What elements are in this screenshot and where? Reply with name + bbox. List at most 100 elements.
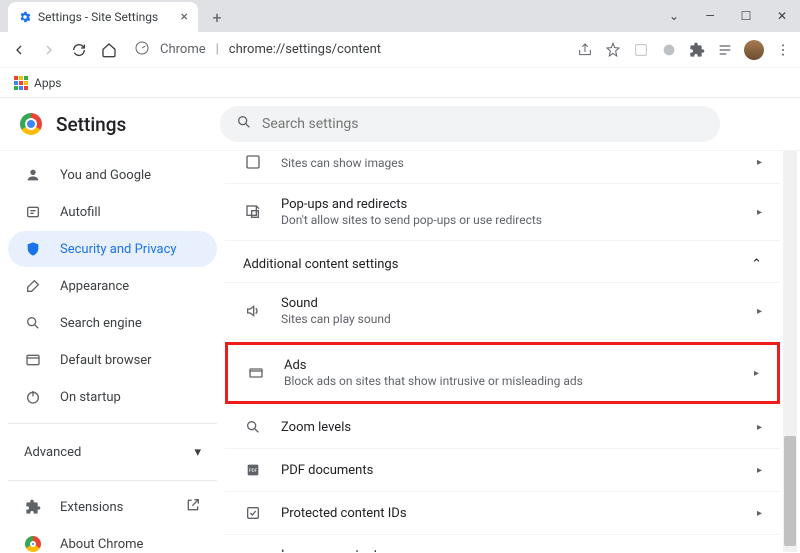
pdf-icon: PDF [243,462,263,478]
shield-icon [24,241,42,257]
new-tab-button[interactable]: + [204,4,230,30]
sidebar-item-label: About Chrome [60,537,143,552]
sidebar-item-security-privacy[interactable]: Security and Privacy [8,231,217,267]
chevron-right-icon: ▸ [757,465,762,476]
row-zoom-levels[interactable]: Zoom levels ▸ [225,406,780,449]
row-popups-redirects[interactable]: Pop-ups and redirectsDon't allow sites t… [225,184,780,241]
sidebar-item-label: Appearance [60,279,129,294]
ads-highlight-box: AdsBlock ads on sites that show intrusiv… [225,342,780,404]
apps-label[interactable]: Apps [34,76,62,90]
scrollbar-thumb[interactable] [784,436,796,546]
row-title: Zoom levels [281,420,739,435]
settings-sidebar: You and Google Autofill Security and Pri… [0,151,225,552]
row-subtitle: Block ads on sites that show intrusive o… [284,374,736,388]
external-link-icon [185,497,201,517]
row-subtitle: Sites can show images [281,156,739,170]
omnibox[interactable]: Chrome | chrome://settings/content [128,40,568,60]
advanced-label: Advanced [24,445,81,460]
row-ads[interactable]: AdsBlock ads on sites that show intrusiv… [228,345,777,401]
gear-icon [18,10,32,24]
puzzle-icon [24,499,42,515]
tab-title: Settings - Site Settings [38,10,158,24]
extensions-puzzle-icon[interactable] [688,41,706,59]
sidebar-item-on-startup[interactable]: On startup [8,379,217,415]
row-title: Sound [281,296,739,311]
chevron-down-icon: ▾ [194,445,201,460]
sidebar-item-search-engine[interactable]: Search engine [8,305,217,341]
apps-grid-icon[interactable] [14,76,28,90]
star-icon[interactable] [604,41,622,59]
additional-content-header[interactable]: Additional content settings ⌃ [225,241,780,283]
sidebar-item-extensions[interactable]: Extensions [8,489,217,525]
brush-icon [24,278,42,294]
row-protected-content[interactable]: Protected content IDs ▸ [225,492,780,535]
row-title: Protected content IDs [281,506,739,521]
search-icon [24,315,42,331]
search-icon [236,114,252,134]
chevron-right-icon: ▸ [757,306,762,317]
sidebar-item-label: Extensions [60,500,123,515]
sidebar-divider [8,423,217,424]
search-settings-box[interactable] [220,106,720,142]
reload-button[interactable] [68,39,90,61]
maximize-icon[interactable]: ☐ [728,0,764,32]
sidebar-item-default-browser[interactable]: Default browser [8,342,217,378]
person-icon [24,167,42,183]
sidebar-item-label: You and Google [60,168,151,183]
page-title: Settings [56,113,126,136]
popup-icon [243,204,263,220]
sidebar-item-label: Security and Privacy [60,242,177,257]
sidebar-item-label: On startup [60,390,121,405]
zoom-icon [243,419,263,435]
chrome-icon [24,536,42,552]
row-title: Insecure content [281,548,739,552]
browser-icon [24,352,42,368]
sidebar-item-label: Search engine [60,316,142,331]
browser-toolbar: Chrome | chrome://settings/content [0,32,800,68]
bookmarks-bar: Apps [0,68,800,98]
chevron-right-icon: ▸ [754,368,759,379]
forward-button[interactable] [38,39,60,61]
sidebar-item-appearance[interactable]: Appearance [8,268,217,304]
chevron-up-icon: ⌃ [751,257,762,272]
row-title: PDF documents [281,463,739,478]
site-info-icon[interactable] [134,40,150,60]
section-title-label: Additional content settings [243,257,398,272]
scrollbar[interactable] [783,151,797,552]
row-pdf-documents[interactable]: PDF PDF documents ▸ [225,449,780,492]
extension-icon-2[interactable] [660,41,678,59]
extension-icon-1[interactable] [632,41,650,59]
chevron-right-icon: ▸ [757,422,762,433]
sidebar-item-you-and-google[interactable]: You and Google [8,157,217,193]
search-input[interactable] [262,116,704,132]
omnibox-url: chrome://settings/content [229,42,381,57]
share-icon[interactable] [576,41,594,59]
window-controls: ⌄ — ☐ ✕ [656,0,800,32]
row-sound[interactable]: SoundSites can play sound ▸ [225,283,780,340]
back-button[interactable] [8,39,30,61]
image-icon [243,154,263,170]
sidebar-advanced-toggle[interactable]: Advanced ▾ [8,432,217,472]
profile-avatar[interactable] [744,40,764,60]
sidebar-item-autofill[interactable]: Autofill [8,194,217,230]
sidebar-item-label: Default browser [60,353,152,368]
reading-list-icon[interactable] [716,41,734,59]
chevron-down-icon[interactable]: ⌄ [656,0,692,32]
row-images[interactable]: Sites can show images ▸ [225,151,780,184]
sound-icon [243,303,263,319]
row-title: Pop-ups and redirects [281,197,739,212]
close-window-icon[interactable]: ✕ [764,0,800,32]
chrome-logo-icon [20,113,42,135]
window-titlebar: Settings - Site Settings × + ⌄ — ☐ ✕ [0,0,800,32]
menu-dots-icon[interactable] [774,41,792,59]
close-icon[interactable]: × [181,9,188,25]
chevron-right-icon: ▸ [757,207,762,218]
minimize-icon[interactable]: — [692,0,728,32]
ads-icon [246,365,266,381]
home-button[interactable] [98,39,120,61]
row-subtitle: Sites can play sound [281,312,739,326]
row-insecure-content[interactable]: Insecure contentInsecure content is bloc… [225,535,780,552]
browser-tab[interactable]: Settings - Site Settings × [8,2,198,32]
sidebar-item-about-chrome[interactable]: About Chrome [8,526,217,552]
chevron-right-icon: ▸ [757,157,762,168]
